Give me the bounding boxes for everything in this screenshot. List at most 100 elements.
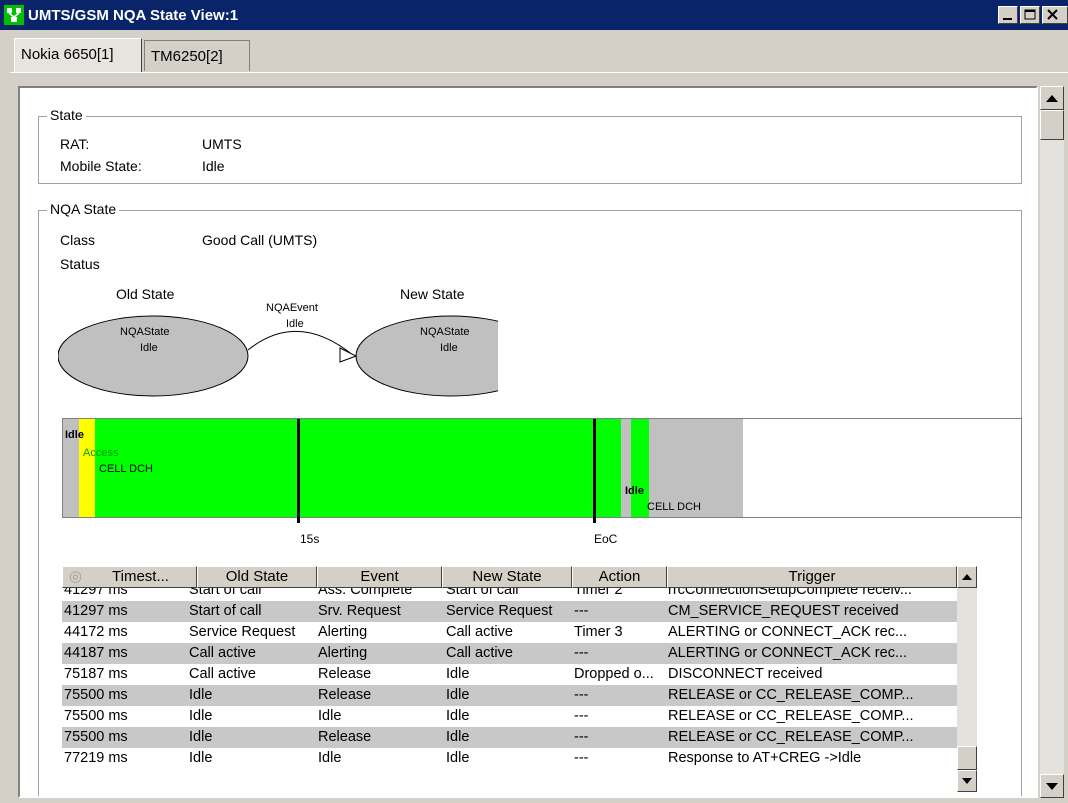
- cell-event: Release: [318, 687, 372, 703]
- tab-label: Nokia 6650[1]: [21, 46, 114, 63]
- triangle-up-icon: [1046, 95, 1058, 102]
- cell-action: ---: [574, 603, 589, 619]
- cell-new: Call active: [446, 624, 513, 640]
- state-timeline: Idle Access CELL DCH Idle CELL DCH: [62, 418, 1022, 523]
- column-header-action[interactable]: Action: [572, 566, 667, 588]
- status-label: Status: [60, 256, 100, 272]
- table-row[interactable]: 75500 ms Idle Idle Idle --- RELEASE or CC_REL…: [62, 706, 957, 727]
- cell-ts: 77219 ms: [64, 750, 128, 766]
- cell-ts: 41297 ms: [64, 603, 128, 619]
- cell-trigger: CM_SERVICE_REQUEST received: [668, 603, 899, 619]
- close-button[interactable]: [1042, 6, 1068, 24]
- column-header-old-state[interactable]: Old State: [197, 566, 317, 588]
- cell-event: Release: [318, 729, 372, 745]
- timeline-label-cell-dch: CELL DCH: [99, 463, 153, 475]
- tab-tm6250[interactable]: TM6250[2]: [144, 40, 250, 71]
- table-row[interactable]: 75187 ms Call active Release Idle Dropped o.…: [62, 664, 957, 685]
- table-row[interactable]: 77219 ms Idle Idle Idle --- Response to AT+CR…: [62, 748, 957, 769]
- app-network-icon: [4, 5, 24, 25]
- table-row[interactable]: 41297 ms Start of call Srv. Request Service…: [62, 601, 957, 622]
- minimize-button[interactable]: [998, 6, 1018, 24]
- table-row[interactable]: 75500 ms Idle Release Idle --- RELEASE or CC_…: [62, 727, 957, 748]
- rat-value: UMTS: [202, 136, 242, 152]
- view-scrollbar[interactable]: [1040, 86, 1064, 798]
- cell-event: Release: [318, 666, 372, 682]
- cell-action: ---: [574, 750, 589, 766]
- column-header-event[interactable]: Event: [317, 566, 442, 588]
- class-label: Class: [60, 232, 96, 248]
- triangle-down-icon: [1046, 783, 1058, 790]
- close-icon: [1047, 9, 1058, 20]
- timeline-label-cell-dch-2: CELL DCH: [647, 501, 701, 513]
- table-row[interactable]: 75500 ms Idle Release Idle --- RELEASE or CC_…: [62, 685, 957, 706]
- column-header-trigger[interactable]: Trigger: [667, 566, 957, 588]
- cell-old: Call active: [189, 666, 256, 682]
- tab-nokia-6650[interactable]: Nokia 6650[1]: [14, 38, 142, 72]
- triangle-down-icon: [962, 778, 972, 784]
- cell-new: Idle: [446, 666, 470, 682]
- table-scroll-up-button[interactable]: [957, 566, 977, 588]
- cell-ts: 44187 ms: [64, 645, 128, 661]
- state-group-legend: State: [47, 107, 86, 123]
- timeline-cell-dch-segment: [95, 419, 621, 517]
- cell-action: ---: [574, 708, 589, 724]
- cell-action: ---: [574, 645, 589, 661]
- triangle-up-icon: [962, 574, 972, 580]
- class-value: Good Call (UMTS): [202, 232, 318, 248]
- table-row[interactable]: 44187 ms Call active Alerting Call active --…: [62, 643, 957, 664]
- cell-event: Srv. Request: [318, 603, 401, 619]
- cell-action: Timer 3: [574, 624, 623, 640]
- cell-ts: 75500 ms: [64, 729, 128, 745]
- title-bar: UMTS/GSM NQA State View:1: [0, 0, 1068, 30]
- scroll-down-button[interactable]: [1040, 774, 1064, 798]
- event-table: ◎ Timest... Old State Event New State Ac…: [62, 566, 957, 792]
- cell-old: Call active: [189, 645, 256, 661]
- event-name: NQAEvent: [266, 302, 318, 314]
- column-header-timestamp[interactable]: ◎ Timest...: [62, 566, 197, 588]
- mobile-state-label: Mobile State:: [60, 158, 142, 174]
- table-scroll-down-button[interactable]: [957, 770, 977, 792]
- mobile-state-value: Idle: [202, 158, 225, 174]
- state-transition-diagram: [58, 315, 498, 397]
- column-header-new-state[interactable]: New State: [442, 566, 572, 588]
- scroll-thumb[interactable]: [1040, 110, 1064, 140]
- cell-old: Idle: [189, 708, 213, 724]
- cell-old: Idle: [189, 750, 213, 766]
- scroll-up-button[interactable]: [1040, 86, 1064, 110]
- cell-event: Alerting: [318, 624, 368, 640]
- cell-ts: 75500 ms: [64, 708, 128, 724]
- cell-trigger: DISCONNECT received: [668, 666, 823, 682]
- table-scroll-thumb[interactable]: [957, 746, 977, 770]
- old-node-name: NQAState: [120, 326, 170, 338]
- timeline-idle-gap: [621, 419, 631, 517]
- event-table-header: ◎ Timest... Old State Event New State Ac…: [62, 566, 957, 588]
- maximize-button[interactable]: [1020, 6, 1040, 24]
- transition-arrow: [247, 331, 355, 357]
- state-group: State: [38, 107, 1022, 184]
- cell-new: Idle: [446, 729, 470, 745]
- timeline-label-idle: Idle: [65, 429, 84, 441]
- table-scrollbar[interactable]: [957, 566, 977, 792]
- cell-new: Idle: [446, 750, 470, 766]
- cell-new: Idle: [446, 708, 470, 724]
- timeline-label-idle-2: Idle: [625, 485, 644, 497]
- state-view-content: State RAT: UMTS Mobile State: Idle NQA S…: [18, 86, 1038, 798]
- timeline-label-access: Access: [83, 447, 119, 459]
- arrow-head-icon: [339, 347, 358, 363]
- new-node-name: NQAState: [420, 326, 470, 338]
- new-node-state: Idle: [440, 342, 458, 354]
- cell-ts: 75187 ms: [64, 666, 128, 682]
- timeline-tick-15s: 15s: [300, 532, 320, 546]
- cell-event: Idle: [318, 750, 342, 766]
- cell-trigger: ALERTING or CONNECT_ACK rec...: [668, 645, 908, 661]
- cell-old: Start of call: [189, 603, 262, 619]
- cell-ts: 44172 ms: [64, 624, 128, 640]
- cell-trigger: ALERTING or CONNECT_ACK rec...: [668, 624, 908, 640]
- timeline-15s-marker: [297, 419, 300, 523]
- window-title: UMTS/GSM NQA State View:1: [28, 7, 239, 24]
- old-node-state: Idle: [140, 342, 158, 354]
- cell-event: Idle: [318, 708, 342, 724]
- minimize-icon: [1003, 18, 1012, 20]
- table-row[interactable]: 44172 ms Service Request Alerting Call acti…: [62, 622, 957, 643]
- cell-old: Idle: [189, 687, 213, 703]
